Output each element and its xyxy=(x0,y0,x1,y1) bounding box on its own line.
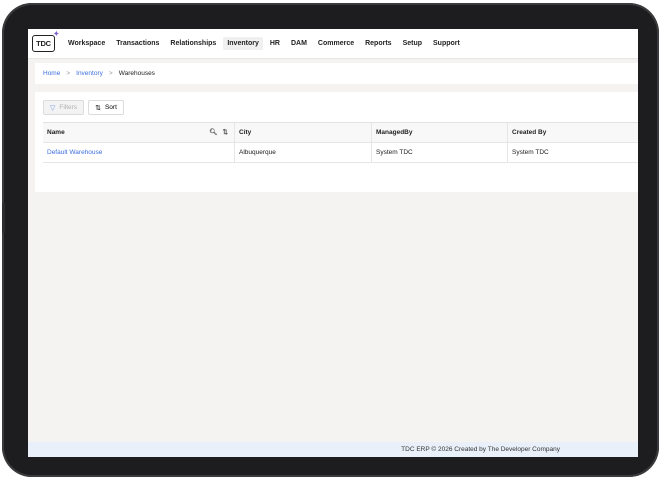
table-cell-created-by: System TDC xyxy=(512,149,549,156)
top-navigation-bar: TDC ✦ Workspace Transactions Relationshi… xyxy=(28,29,638,59)
table-cell-managedby: System TDC xyxy=(372,143,508,162)
column-header-label: Name xyxy=(47,129,65,136)
menu-item-hr[interactable]: HR xyxy=(266,37,284,50)
tablet-frame: TDC ✦ Workspace Transactions Relationshi… xyxy=(2,3,659,477)
menu-item-reports[interactable]: Reports xyxy=(361,37,395,50)
footer: TDC ERP © 2026 Created by The Developer … xyxy=(28,442,638,457)
breadcrumb-inventory[interactable]: Inventory xyxy=(76,70,103,77)
column-header-managedby[interactable]: ManagedBy xyxy=(372,123,508,142)
menu-item-support[interactable]: Support xyxy=(429,37,464,50)
menu-item-transactions[interactable]: Transactions xyxy=(112,37,163,50)
menu-item-relationships[interactable]: Relationships xyxy=(166,37,220,50)
sort-arrows-icon: ⇅ xyxy=(95,104,101,112)
breadcrumb: Home > Inventory > Warehouses xyxy=(35,63,638,84)
menu-item-workspace[interactable]: Workspace xyxy=(64,37,109,50)
filter-icon: ▽ xyxy=(50,104,56,112)
menu-item-setup[interactable]: Setup xyxy=(399,37,426,50)
column-header-actions: 🔍︎ ⇅ xyxy=(204,128,228,136)
menu-item-commerce[interactable]: Commerce xyxy=(314,37,358,50)
column-header-name[interactable]: Name 🔍︎ ⇅ xyxy=(43,123,235,142)
column-header-city[interactable]: City xyxy=(235,123,372,142)
grid-toolbar: ▽ Filters ⇅ Sort xyxy=(43,100,128,115)
breadcrumb-home[interactable]: Home xyxy=(43,70,60,77)
warehouses-panel: ▽ Filters ⇅ Sort Name 🔍︎ ⇅ City ManagedB… xyxy=(35,92,638,192)
main-menu: Workspace Transactions Relationships Inv… xyxy=(64,37,467,50)
menu-item-dam[interactable]: DAM xyxy=(287,37,311,50)
sparkle-icon: ✦ xyxy=(53,31,59,38)
warehouse-name-link[interactable]: Default Warehouse xyxy=(43,143,235,162)
app-screen: TDC ✦ Workspace Transactions Relationshi… xyxy=(28,29,638,457)
breadcrumb-separator: > xyxy=(66,70,71,77)
logo-text: TDC xyxy=(36,39,51,48)
footer-text: TDC ERP © 2026 Created by The Developer … xyxy=(401,446,560,453)
breadcrumb-separator: > xyxy=(108,70,113,77)
table-cell-city: Albuquerque xyxy=(235,143,372,162)
breadcrumb-current: Warehouses xyxy=(118,70,155,77)
table-row[interactable]: Default Warehouse Albuquerque System TDC… xyxy=(43,143,638,163)
menu-item-inventory[interactable]: Inventory xyxy=(223,37,263,50)
tdc-logo[interactable]: TDC ✦ xyxy=(32,31,59,52)
warehouses-table: Name 🔍︎ ⇅ City ManagedBy Created By Defa… xyxy=(43,122,638,163)
filters-button[interactable]: ▽ Filters xyxy=(43,100,85,115)
column-header-created-by[interactable]: Created By xyxy=(508,123,638,142)
search-icon[interactable]: 🔍︎ xyxy=(209,128,217,136)
sort-arrows-icon[interactable]: ⇅ xyxy=(223,128,228,136)
sort-button[interactable]: ⇅ Sort xyxy=(88,100,124,115)
side-button xyxy=(2,203,5,233)
filters-label: Filters xyxy=(59,104,78,111)
sort-label: Sort xyxy=(104,104,117,111)
table-header-row: Name 🔍︎ ⇅ City ManagedBy Created By xyxy=(43,123,638,143)
